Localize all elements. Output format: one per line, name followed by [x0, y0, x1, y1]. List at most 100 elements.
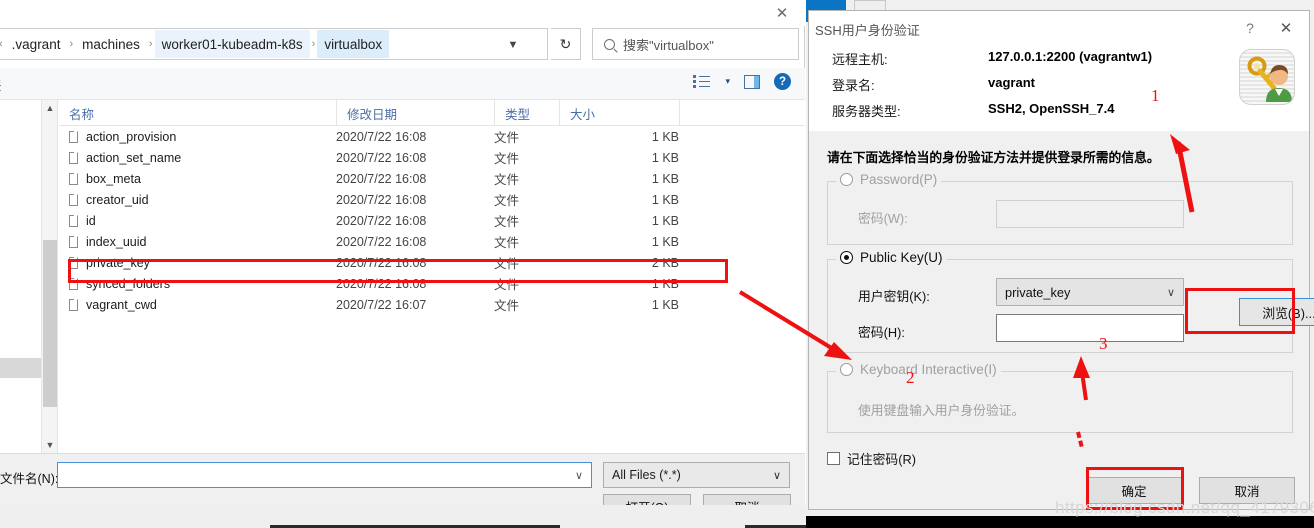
- server-type-value: SSH2, OpenSSH_7.4: [988, 101, 1115, 116]
- chevron-down-icon[interactable]: ▼: [503, 35, 523, 55]
- breadcrumb-item-2[interactable]: worker01-kubeadm-k8s: [154, 30, 310, 58]
- scrollbar-thumb[interactable]: [43, 240, 57, 407]
- ssh-dialog-titlebar: SSH用户身份验证 ? ✕: [809, 11, 1309, 45]
- column-header-name[interactable]: 名称: [59, 100, 336, 126]
- connection-info: 远程主机: 127.0.0.1:2200 (vagrantw1) 登录名: va…: [809, 45, 1309, 131]
- radio-unselected-icon: [840, 173, 853, 186]
- search-placeholder: 搜索"virtualbox": [623, 37, 714, 53]
- column-header-date[interactable]: 修改日期: [336, 100, 494, 126]
- radio-unselected-icon: [840, 363, 853, 376]
- toolbar-icons: ▾ ?: [693, 73, 791, 90]
- chevron-down-icon[interactable]: ∨: [575, 469, 583, 482]
- search-input[interactable]: 搜索"virtualbox": [592, 28, 799, 60]
- file-name-cell: vagrant_cwd: [69, 294, 157, 315]
- column-header-size[interactable]: 大小: [559, 100, 679, 126]
- table-row[interactable]: id 2020/7/22 16:08 文件 1 KB: [59, 210, 805, 231]
- column-header-extra[interactable]: [679, 100, 805, 126]
- breadcrumb-item-3[interactable]: virtualbox: [317, 30, 390, 58]
- annotation-number-2: 2: [906, 368, 915, 387]
- checkbox-unchecked-icon: [827, 452, 840, 465]
- file-size-cell: 1 KB: [651, 129, 679, 144]
- keyboard-interactive-group: Keyboard Interactive(I) 使用键盘输入用户身份验证。: [827, 362, 1293, 433]
- chevron-down-icon[interactable]: ∨: [1167, 286, 1175, 299]
- user-key-select[interactable]: private_key ∨: [996, 278, 1184, 306]
- password-field-label: 密码(W):: [858, 211, 908, 226]
- breadcrumb-separator-1: ›: [69, 38, 74, 50]
- scroll-up-icon[interactable]: ▲: [42, 100, 58, 116]
- file-icon: [69, 172, 78, 185]
- file-type-filter-value: All Files (*.*): [612, 468, 681, 482]
- file-name-cell: action_provision: [69, 126, 176, 147]
- file-type-cell: 文件: [494, 236, 520, 250]
- table-row[interactable]: creator_uid 2020/7/22 16:08 文件 1 KB: [59, 189, 805, 210]
- file-name-cell: id: [69, 210, 96, 231]
- column-header-type[interactable]: 类型: [494, 100, 559, 126]
- keyboard-interactive-radio[interactable]: Keyboard Interactive(I): [836, 362, 1001, 377]
- toolbar-left-label: 夹: [0, 74, 2, 94]
- preview-pane-icon[interactable]: [744, 74, 760, 89]
- chevron-down-icon[interactable]: ▾: [725, 76, 730, 87]
- navigation-pane[interactable]: [0, 100, 42, 453]
- file-icon: [69, 130, 78, 143]
- password-radio[interactable]: Password(P): [836, 172, 942, 187]
- ssh-dialog-window: SSH用户身份验证 ? ✕ 远程主机: 127.0.0.1:2200 (vagr…: [808, 10, 1314, 510]
- navigation-pane-selected-item[interactable]: [0, 358, 41, 378]
- publickey-radio[interactable]: Public Key(U): [836, 250, 947, 265]
- file-size-cell: 1 KB: [651, 171, 679, 186]
- file-type-cell: 文件: [494, 152, 520, 166]
- breadcrumb[interactable]: ‹ .vagrant › machines › worker01-kubeadm…: [0, 28, 548, 60]
- table-row[interactable]: action_set_name 2020/7/22 16:08 文件 1 KB: [59, 147, 805, 168]
- file-icon: [69, 235, 78, 248]
- screenshot-root: ✕ ‹ .vagrant › machines › worker01-kubea…: [0, 0, 1314, 528]
- close-icon[interactable]: ✕: [1275, 18, 1297, 38]
- table-row[interactable]: vagrant_cwd 2020/7/22 16:07 文件 1 KB: [59, 294, 805, 315]
- help-icon[interactable]: ?: [1239, 18, 1261, 38]
- navigation-row: ‹ .vagrant › machines › worker01-kubeadm…: [0, 28, 805, 64]
- file-name-label: action_set_name: [86, 150, 182, 165]
- radio-selected-icon: [840, 251, 853, 264]
- table-row[interactable]: action_provision 2020/7/22 16:08 文件 1 KB: [59, 126, 805, 147]
- filename-input[interactable]: ∨: [57, 462, 592, 488]
- file-date-cell: 2020/7/22 16:07: [336, 297, 427, 312]
- file-name-cell: creator_uid: [69, 189, 149, 210]
- remember-password-label: 记住密码(R): [847, 452, 916, 467]
- key-passphrase-label: 密码(H):: [858, 325, 905, 340]
- table-row[interactable]: box_meta 2020/7/22 16:08 文件 1 KB: [59, 168, 805, 189]
- file-name-label: vagrant_cwd: [86, 297, 157, 312]
- table-row[interactable]: index_uuid 2020/7/22 16:08 文件 1 KB: [59, 231, 805, 252]
- remember-password-checkbox[interactable]: 记住密码(R): [827, 449, 916, 468]
- file-name-label: creator_uid: [86, 192, 149, 207]
- login-name-label: 登录名:: [832, 78, 875, 93]
- file-name-label: id: [86, 213, 96, 228]
- scroll-down-icon[interactable]: ▼: [42, 437, 58, 453]
- file-date-cell: 2020/7/22 16:08: [336, 234, 427, 249]
- server-type-label: 服务器类型:: [832, 104, 901, 119]
- password-radio-label: Password(P): [860, 172, 938, 187]
- file-type-cell: 文件: [494, 215, 520, 229]
- breadcrumb-item-1[interactable]: machines: [75, 30, 147, 58]
- file-list-header: 名称 修改日期 类型 大小: [59, 100, 805, 126]
- close-icon[interactable]: ✕: [771, 2, 793, 24]
- file-name-label: box_meta: [86, 171, 141, 186]
- navigation-pane-scrollbar[interactable]: ▲ ▼: [42, 100, 58, 453]
- auth-prompt: 请在下面选择恰当的身份验证方法并提供登录所需的信息。: [827, 150, 1160, 165]
- ssh-authentication-dialog: SSH用户身份验证 ? ✕ 远程主机: 127.0.0.1:2200 (vagr…: [806, 0, 1314, 516]
- login-name-value: vagrant: [988, 75, 1035, 90]
- help-icon[interactable]: ?: [774, 73, 791, 90]
- file-type-cell: 文件: [494, 299, 520, 313]
- refresh-icon[interactable]: ↻: [551, 28, 581, 60]
- view-list-icon[interactable]: [693, 74, 711, 89]
- remote-host-label: 远程主机:: [832, 52, 888, 67]
- key-passphrase-field[interactable]: [996, 314, 1184, 342]
- annotation-number-3: 3: [1099, 334, 1108, 353]
- file-type-filter-select[interactable]: All Files (*.*) ∨: [603, 462, 790, 488]
- file-icon: [69, 298, 78, 311]
- breadcrumb-separator-3: ›: [311, 38, 316, 50]
- chevron-down-icon[interactable]: ∨: [773, 469, 781, 482]
- file-type-cell: 文件: [494, 173, 520, 187]
- keyboard-interactive-description: 使用键盘输入用户身份验证。: [858, 403, 1025, 418]
- file-date-cell: 2020/7/22 16:08: [336, 213, 427, 228]
- file-date-cell: 2020/7/22 16:08: [336, 129, 427, 144]
- password-field[interactable]: [996, 200, 1184, 228]
- breadcrumb-item-0[interactable]: .vagrant: [5, 30, 68, 58]
